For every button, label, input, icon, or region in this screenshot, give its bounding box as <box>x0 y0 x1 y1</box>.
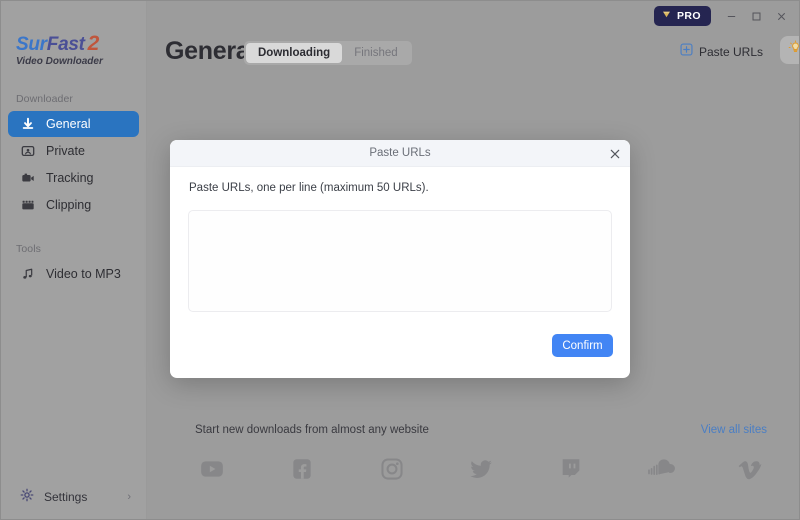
supported-sites-list <box>195 452 768 486</box>
dialog-header: Paste URLs <box>170 140 630 167</box>
download-status-tabs: Downloading Finished <box>244 41 412 65</box>
plus-square-icon <box>680 43 693 61</box>
confirm-button[interactable]: Confirm <box>552 334 613 357</box>
dialog-title: Paste URLs <box>369 147 431 159</box>
music-note-icon <box>20 266 36 282</box>
sidebar-item-label: Settings <box>44 490 88 504</box>
view-all-sites-link[interactable]: View all sites <box>701 424 767 436</box>
logo-text-sur: Sur <box>16 34 47 55</box>
pro-label: PRO <box>677 10 701 22</box>
instagram-icon[interactable] <box>375 452 409 486</box>
logo-text-fast: Fast <box>46 34 85 55</box>
soundcloud-icon[interactable] <box>644 452 678 486</box>
sidebar-section-tools: Tools <box>16 243 42 255</box>
diamond-icon <box>661 7 672 25</box>
vimeo-icon[interactable] <box>734 452 768 486</box>
private-user-icon <box>20 143 36 159</box>
promo-text: Start new downloads from almost any webs… <box>195 424 429 436</box>
window-minimize-button[interactable] <box>720 6 742 26</box>
sidebar-section-downloader: Downloader <box>16 93 74 105</box>
tab-downloading[interactable]: Downloading <box>246 43 343 63</box>
sidebar-item-tracking[interactable]: Tracking <box>8 165 139 191</box>
app-logo: SurFast 2 Video Downloader <box>16 33 103 68</box>
lightbulb-icon <box>788 40 800 60</box>
sidebar-item-clipping[interactable]: Clipping <box>8 192 139 218</box>
urls-input[interactable] <box>188 210 612 312</box>
download-arrow-icon <box>20 116 36 132</box>
tab-finished[interactable]: Finished <box>342 43 409 63</box>
chevron-right-icon: › <box>127 490 131 503</box>
sidebar-item-settings[interactable]: Settings › <box>8 484 139 510</box>
facebook-icon[interactable] <box>285 452 319 486</box>
close-icon[interactable] <box>605 144 624 163</box>
sidebar-item-private[interactable]: Private <box>8 138 139 164</box>
paste-urls-button[interactable]: Paste URLs <box>680 40 763 64</box>
gear-icon <box>20 488 34 507</box>
pro-upgrade-button[interactable]: PRO <box>654 6 711 26</box>
window-close-button[interactable] <box>770 6 792 26</box>
sidebar-item-label: Private <box>46 144 85 158</box>
camera-icon <box>20 170 36 186</box>
page-title: General <box>165 37 257 65</box>
tips-panel-button[interactable] <box>780 36 800 64</box>
sidebar-item-label: Video to MP3 <box>46 267 121 281</box>
paste-urls-dialog: Paste URLs Paste URLs, one per line (max… <box>170 140 630 378</box>
sidebar-item-label: Tracking <box>46 171 94 185</box>
dialog-instruction-text: Paste URLs, one per line (maximum 50 URL… <box>189 182 429 194</box>
paste-urls-label: Paste URLs <box>698 45 763 59</box>
twitter-icon[interactable] <box>464 452 498 486</box>
logo-subtitle: Video Downloader <box>16 56 103 67</box>
clapperboard-icon <box>20 197 36 213</box>
sidebar-item-label: Clipping <box>46 198 92 212</box>
sidebar: SurFast 2 Video Downloader Downloader Gen… <box>0 0 147 520</box>
window-maximize-button[interactable] <box>745 6 767 26</box>
sidebar-item-general[interactable]: General <box>8 111 139 137</box>
sidebar-item-video-to-mp3[interactable]: Video to MP3 <box>8 261 139 287</box>
logo-text-version: 2 <box>87 32 100 55</box>
sidebar-item-label: General <box>46 117 91 131</box>
twitch-icon[interactable] <box>554 452 588 486</box>
youtube-icon[interactable] <box>195 452 229 486</box>
